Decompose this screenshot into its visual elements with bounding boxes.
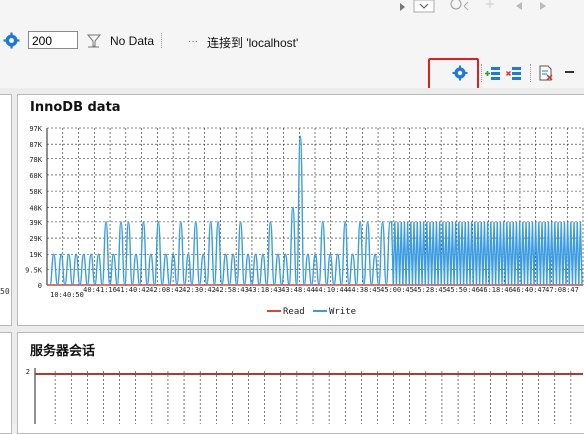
x-tick-label: 41:40:42 — [116, 286, 150, 294]
x-tick-label: 42:08:42 — [149, 286, 183, 294]
no-data-label: No Data — [110, 34, 155, 48]
y-tick-label: 97K — [29, 125, 42, 133]
forward-icon[interactable] — [540, 2, 546, 10]
toolbar-separator — [481, 64, 483, 82]
y-tick-label: 78K — [29, 156, 42, 164]
x-tick-label: 46:40:47 — [512, 286, 546, 294]
x-tick-label: 46:18:46 — [479, 286, 513, 294]
x-tick-label: 42:58:43 — [215, 286, 249, 294]
remove-chart-icon[interactable] — [506, 66, 522, 81]
dropdown-button[interactable] — [413, 0, 435, 13]
undo-icon[interactable] — [463, 1, 469, 11]
x-tick-label: 44:10:44 — [314, 286, 348, 294]
back-icon[interactable] — [516, 2, 522, 10]
y-tick-label: 2 — [26, 368, 30, 376]
y-tick-label: 29K — [29, 235, 42, 243]
minimize-icon[interactable] — [565, 71, 574, 73]
x-tick-label: 45:00:45 — [380, 286, 414, 294]
sessions-chart-title: 服务器会话 — [30, 344, 96, 359]
legend-label-write: Write — [329, 307, 356, 317]
x-tick-label: 45:28:45 — [413, 286, 447, 294]
x-tick-label: 40:41:16 — [83, 286, 117, 294]
legend-label-read: Read — [283, 307, 305, 317]
toolbar-separator — [530, 64, 532, 82]
x-tick-label: 44:38:45 — [347, 286, 381, 294]
y-tick-label: 48K — [29, 204, 42, 212]
x-tick-label: 10:40:50 — [50, 291, 84, 299]
series-line-write — [49, 135, 583, 286]
y-tick-label: 19K — [29, 251, 42, 259]
x-tick-label: 43:18:43 — [248, 286, 282, 294]
top-toolbar-icons — [400, 0, 546, 13]
left-panel-partial-2 — [0, 332, 12, 434]
toolbar-separator — [161, 33, 164, 48]
innodb-chart: 97K 87K 78K 68K 58K 48K 39K 29K 19K 9.5K 0 10:40:50… — [25, 125, 584, 317]
add-chart-icon[interactable] — [485, 66, 501, 81]
left-panel-label: 50 — [0, 287, 10, 296]
y-tick-label: 9.5K — [25, 267, 43, 275]
x-tick-label: 47:08:47 — [545, 286, 579, 294]
y-tick-label: 39K — [29, 219, 42, 227]
refresh-interval-input[interactable]: 200 — [28, 31, 78, 49]
export-report-icon[interactable] — [539, 65, 554, 81]
connection-status: 连接到 'localhost' — [207, 36, 299, 50]
play-icon[interactable] — [400, 3, 405, 11]
x-tick-label: 45:50:46 — [446, 286, 480, 294]
y-tick-label: 0 — [38, 282, 42, 290]
y-tick-label: 68K — [29, 172, 42, 180]
innodb-chart-title: InnoDB data — [30, 100, 121, 115]
gear-icon[interactable] — [3, 32, 20, 49]
more-icon[interactable]: ··· — [188, 36, 198, 47]
y-tick-label: 58K — [29, 188, 42, 196]
x-tick-label: 42:30:42 — [182, 286, 216, 294]
move-icon[interactable] — [486, 0, 494, 8]
y-tick-label: 87K — [29, 141, 42, 149]
sessions-chart: 2 — [26, 368, 583, 424]
x-tick-label: 43:48:44 — [281, 286, 315, 294]
clear-filter-icon[interactable] — [87, 33, 101, 48]
top-toolbar — [0, 0, 584, 19]
settings-icon[interactable] — [450, 0, 462, 10]
